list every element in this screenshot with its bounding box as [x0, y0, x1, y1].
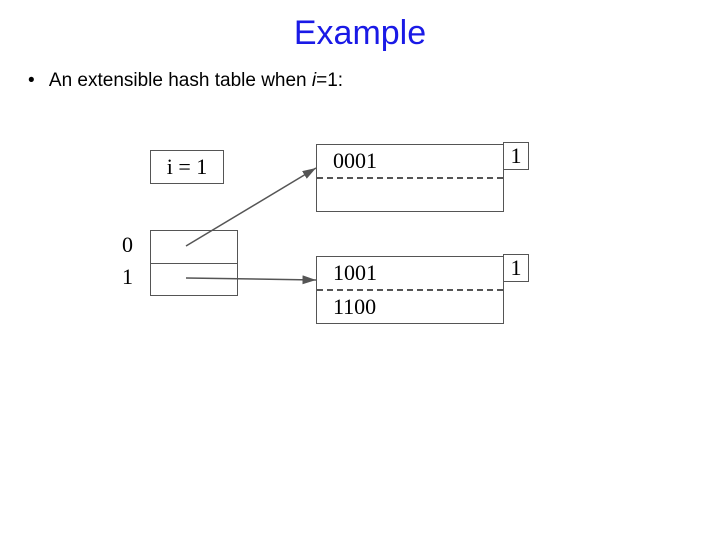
bucket-a-row-1 — [317, 177, 503, 211]
bucket-a-nub: 1 — [503, 142, 529, 170]
bullet-text-2: =1: — [316, 70, 343, 91]
slide-title: Example — [0, 14, 720, 53]
directory-label-1: 1 — [122, 264, 133, 290]
bucket-b-row-0: 1001 — [317, 257, 503, 289]
bucket-b-row-1: 1100 — [317, 289, 503, 323]
bucket-b: 1001 1100 — [316, 256, 504, 324]
directory-table — [150, 230, 238, 296]
bullet-dot: • — [28, 70, 35, 91]
diagram: i = 1 0 1 0001 1 1001 1100 1 — [0, 130, 720, 490]
bullet-text-1: An extensible hash table when — [49, 70, 312, 91]
i-box: i = 1 — [150, 150, 224, 184]
bucket-b-nub: 1 — [503, 254, 529, 282]
directory-row-0 — [151, 231, 237, 264]
directory-label-0: 0 — [122, 232, 133, 258]
slide: Example • An extensible hash table when … — [0, 0, 720, 540]
bucket-a-row-0: 0001 — [317, 145, 503, 177]
directory-row-1 — [151, 264, 237, 296]
bucket-a: 0001 — [316, 144, 504, 212]
bullet-line: • An extensible hash table when i=1: — [28, 70, 343, 92]
